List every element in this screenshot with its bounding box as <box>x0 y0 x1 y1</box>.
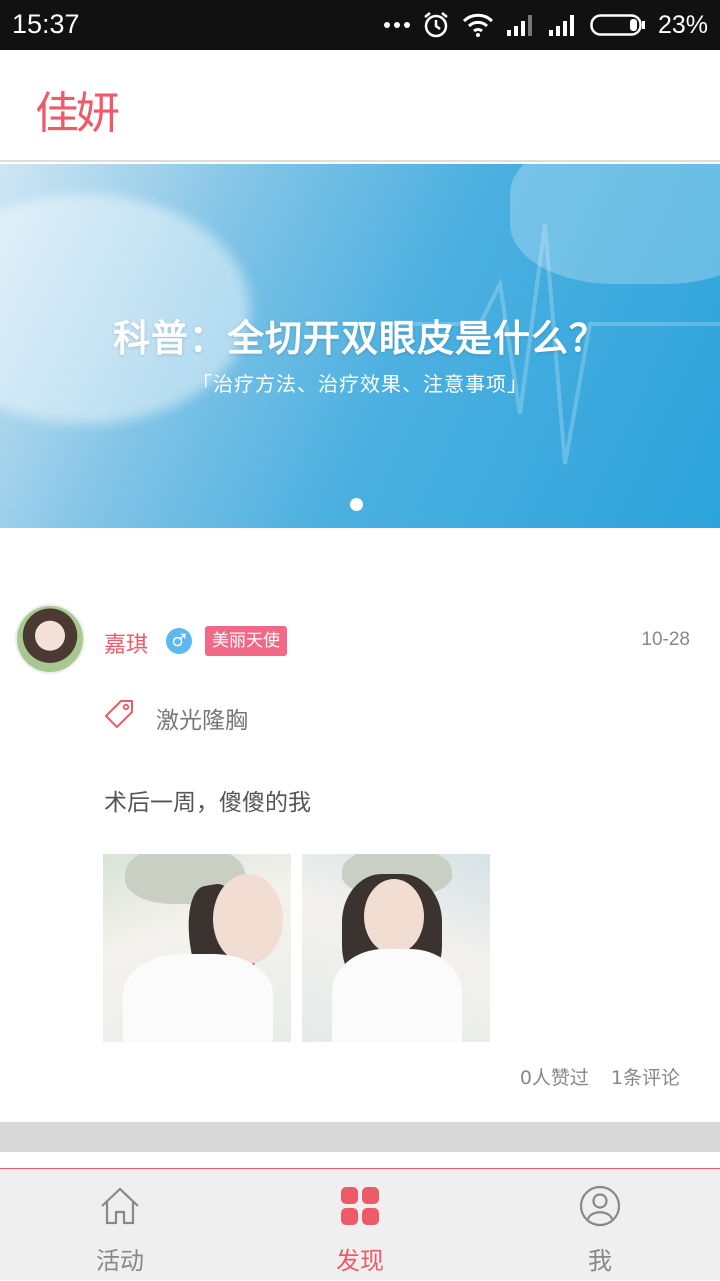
avatar[interactable] <box>15 604 85 674</box>
tag-label[interactable]: 激光隆胸 <box>156 701 248 735</box>
home-icon <box>101 1187 139 1225</box>
signal-icon-2 <box>548 15 574 36</box>
male-icon: ♂ <box>166 628 192 654</box>
photo-body <box>123 954 273 1042</box>
post-photo[interactable] <box>103 854 291 1042</box>
tab-me[interactable]: 我 <box>480 1169 720 1281</box>
banner-title: 科普：全切开双眼皮是什么？ <box>113 317 607 360</box>
tab-label: 发现 <box>336 1247 384 1275</box>
photo-body <box>332 949 462 1042</box>
likes-count[interactable]: 0人赞过 <box>520 1063 589 1090</box>
more-icon <box>383 22 410 28</box>
post-text: 术后一周，傻傻的我 <box>104 790 311 816</box>
wifi-icon <box>462 13 494 37</box>
carousel-dot[interactable] <box>350 498 363 511</box>
section-divider <box>0 1122 720 1152</box>
app-logo: 佳妍 <box>35 88 120 139</box>
banner-subtitle: 「治疗方法、治疗效果、注意事项」 <box>192 372 528 396</box>
signal-icon-1 <box>506 15 532 36</box>
photo-face <box>364 879 424 954</box>
status-time: 15:37 <box>12 9 80 39</box>
tab-activity[interactable]: 活动 <box>0 1169 240 1281</box>
battery-level: 23% <box>657 10 708 39</box>
tag-icon <box>105 700 133 728</box>
alarm-icon <box>424 12 448 38</box>
comments-count[interactable]: 1条评论 <box>611 1063 680 1090</box>
bottom-tab-bar: 活动 发现 我 <box>0 1168 720 1280</box>
user-icon <box>579 1185 621 1227</box>
photo-face <box>213 874 283 964</box>
post-stats: 0人赞过 1条评论 <box>520 1063 680 1090</box>
post-photo[interactable] <box>302 854 490 1042</box>
tab-label: 活动 <box>96 1247 144 1275</box>
tab-label: 我 <box>588 1247 612 1275</box>
post-card[interactable]: 嘉琪 ♂ 美丽天使 10-28 激光隆胸 术后一周，傻傻的我 0人赞过 1条评论 <box>0 528 720 1122</box>
tab-discover[interactable]: 发现 <box>240 1169 480 1281</box>
battery-icon <box>590 14 645 36</box>
app-header: 佳妍 <box>0 50 720 162</box>
banner-carousel[interactable]: 科普：全切开双眼皮是什么？ 「治疗方法、治疗效果、注意事项」 <box>0 164 720 528</box>
status-icons: 23% <box>383 8 708 42</box>
post-date: 10-28 <box>641 629 690 650</box>
status-bar: 15:37 23% <box>0 0 720 50</box>
grid-icon <box>341 1187 379 1225</box>
author-name[interactable]: 嘉琪 <box>104 627 148 659</box>
role-badge: 美丽天使 <box>205 626 287 656</box>
